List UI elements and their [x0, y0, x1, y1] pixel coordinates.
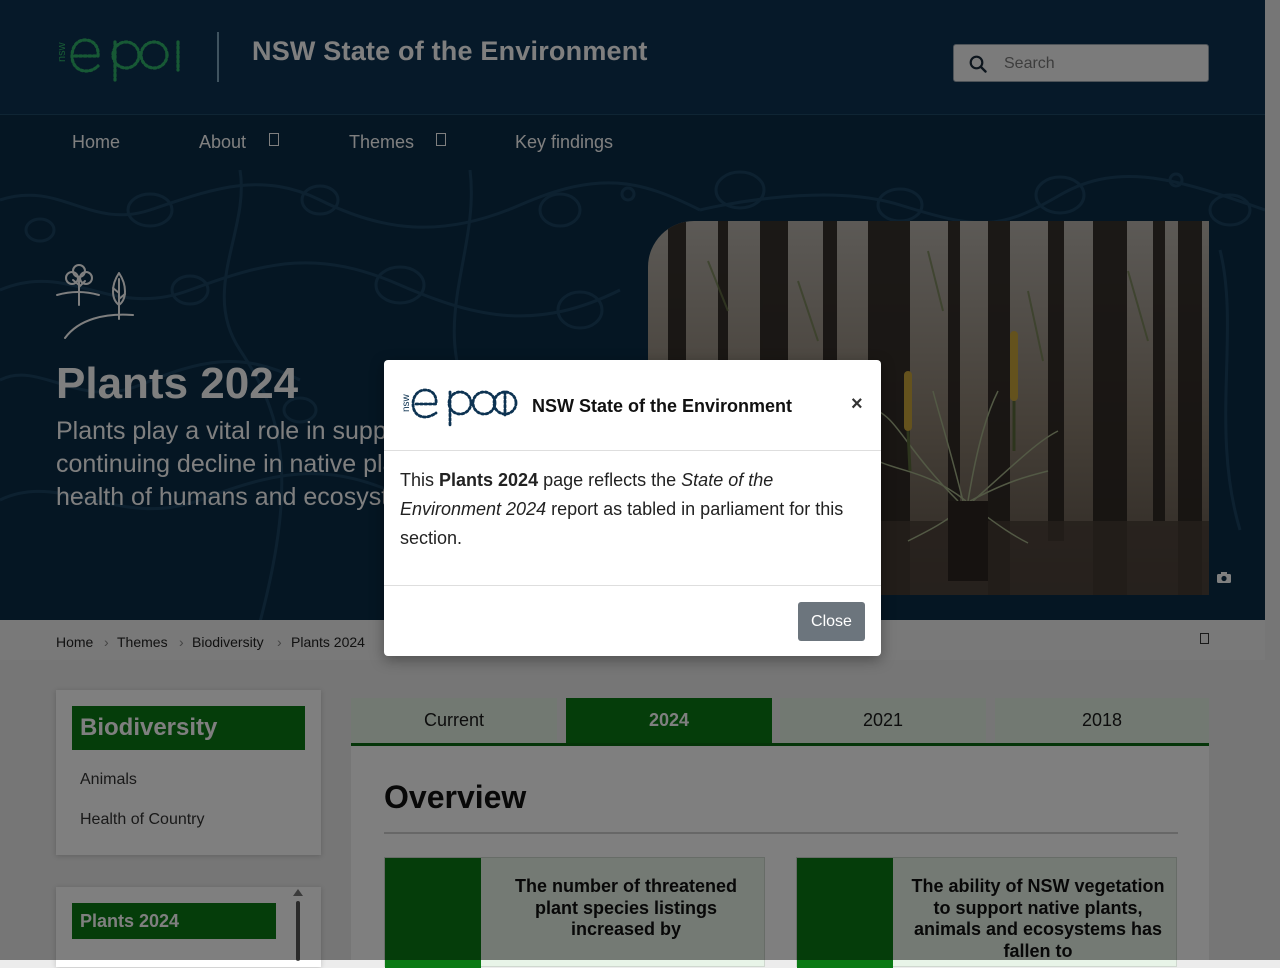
modal-header: nsw NSW State of the Environment × [384, 360, 881, 451]
epa-logo: nsw [399, 382, 519, 428]
modal-title: NSW State of the Environment [532, 396, 792, 417]
svg-text:nsw: nsw [401, 393, 412, 412]
modal-footer [384, 585, 881, 586]
close-icon[interactable]: × [851, 394, 863, 414]
notice-modal: nsw NSW State of the Environment × This … [384, 360, 881, 656]
close-button[interactable]: Close [798, 602, 865, 641]
modal-page-name: Plants 2024 [439, 470, 538, 490]
modal-text: This [400, 470, 439, 490]
modal-body: This Plants 2024 page reflects the State… [400, 466, 860, 553]
modal-text: page reflects the [538, 470, 681, 490]
